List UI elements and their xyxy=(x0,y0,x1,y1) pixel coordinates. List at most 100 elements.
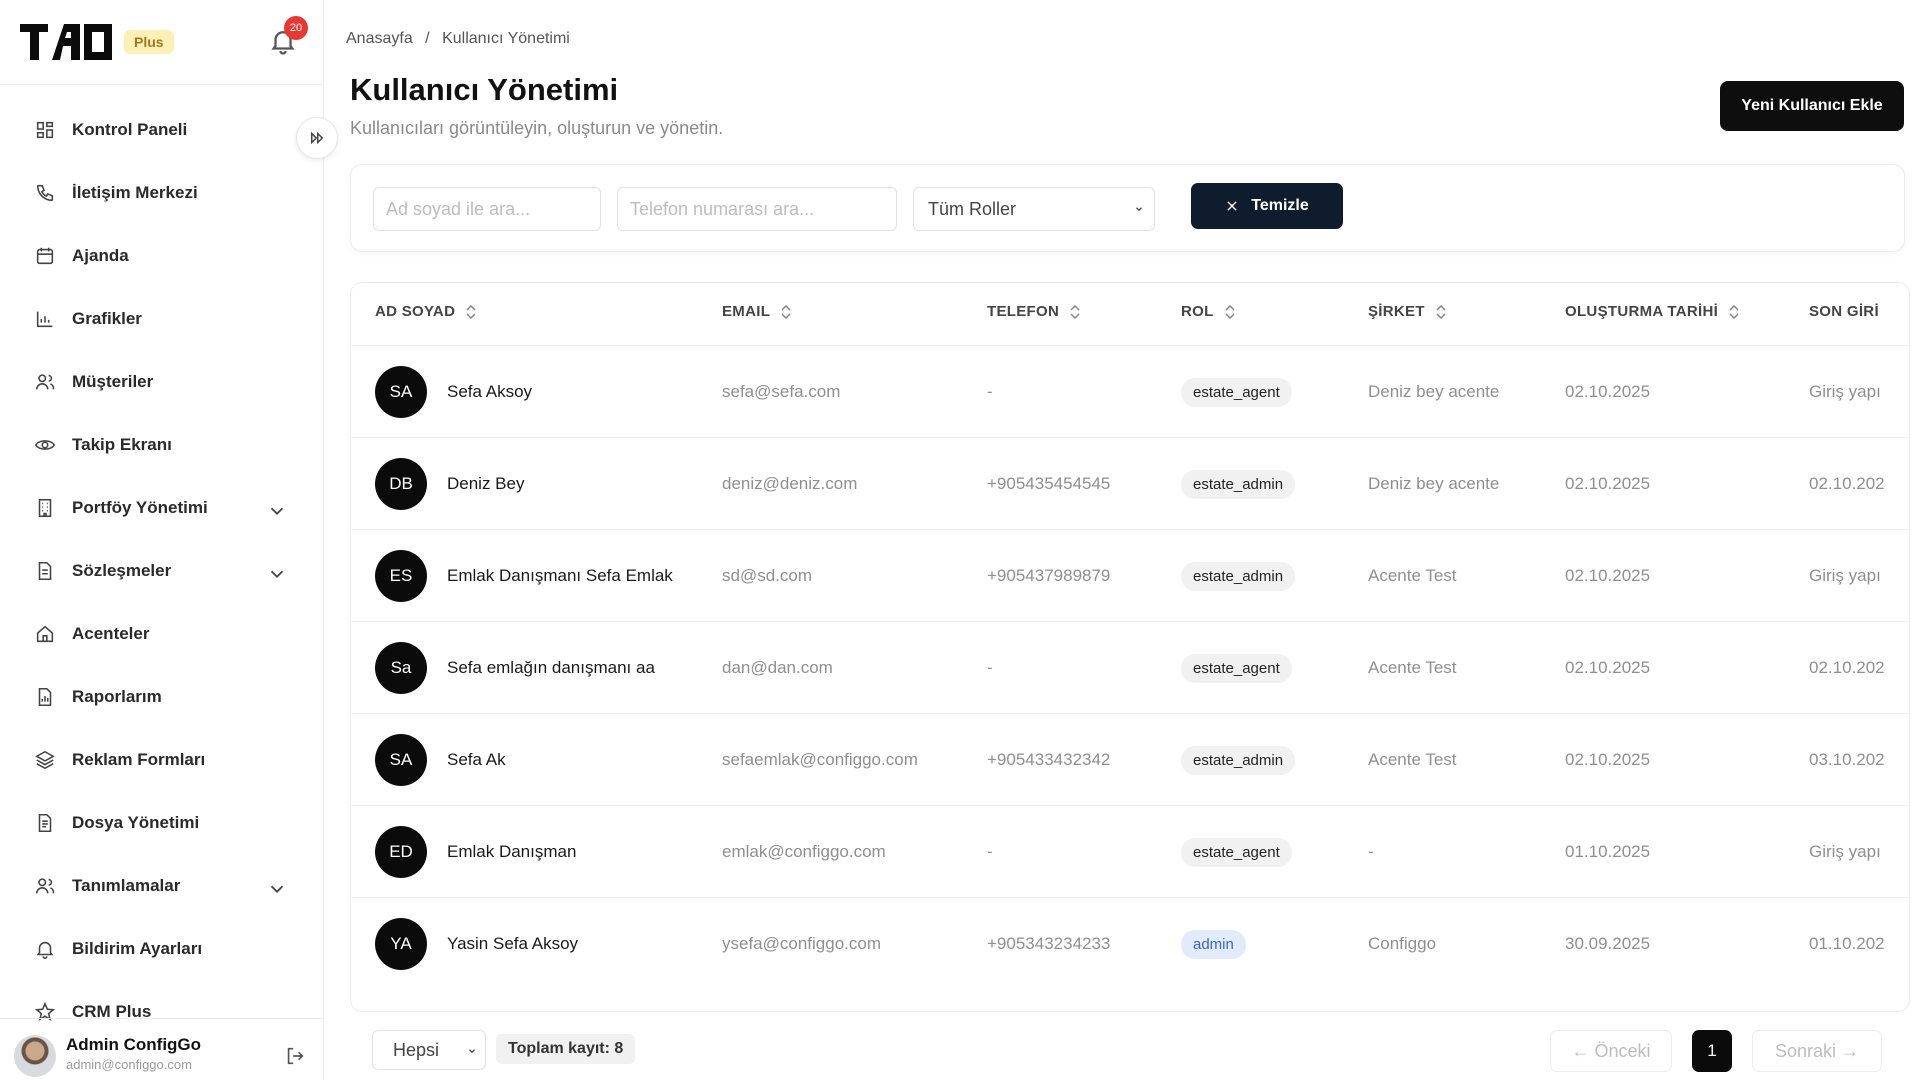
column-header-phone[interactable]: TELEFON xyxy=(987,303,1081,320)
avatar: SA xyxy=(375,366,427,418)
close-icon xyxy=(1227,201,1237,211)
breadcrumb: Anasayfa / Kullanıcı Yönetimi xyxy=(346,30,578,48)
user-full-name: Sefa emlağın danışmanı aa xyxy=(447,658,655,677)
phone-search-input[interactable] xyxy=(617,187,897,231)
user-company: Deniz bey acente xyxy=(1368,474,1500,493)
sidebar-item-bildirim-ayarlari[interactable]: Bildirim Ayarları xyxy=(0,917,324,980)
table-row[interactable]: SA Sefa Aksoy sefa@sefa.com - estate_agen… xyxy=(351,345,1909,437)
sidebar-item-label: Raporlarım xyxy=(72,686,162,706)
column-label: ROL xyxy=(1181,303,1214,320)
home-icon xyxy=(36,625,54,642)
chevron-down-icon[interactable] xyxy=(266,500,288,522)
column-header-company[interactable]: ŞİRKET xyxy=(1368,303,1447,320)
column-header-name[interactable]: AD SOYAD xyxy=(375,303,477,320)
sidebar-item-portfoy-yonetimi[interactable]: Portföy Yönetimi xyxy=(0,476,324,539)
created-date: 01.10.2025 xyxy=(1565,842,1651,861)
chevron-down-icon[interactable] xyxy=(266,878,288,900)
collapse-sidebar-button[interactable] xyxy=(296,117,338,159)
sort-icon xyxy=(1436,304,1446,319)
logout-icon[interactable] xyxy=(284,1045,306,1067)
column-header-last-login[interactable]: SON GİRİ xyxy=(1809,303,1879,320)
last-login: 01.10.202 xyxy=(1809,934,1885,953)
sidebar-item-takip-ekrani[interactable]: Takip Ekranı xyxy=(0,413,324,476)
role-badge: estate_agent xyxy=(1181,653,1292,683)
sidebar-item-grafikler[interactable]: Grafikler xyxy=(0,287,324,350)
chevron-down-icon[interactable] xyxy=(266,563,288,585)
sidebar-item-kontrol-paneli[interactable]: Kontrol Paneli xyxy=(0,98,324,161)
user-phone: - xyxy=(987,658,993,677)
clear-filters-button[interactable]: Temizle xyxy=(1191,183,1343,229)
sidebar-item-ajanda[interactable]: Ajanda xyxy=(0,224,324,287)
column-label: EMAIL xyxy=(722,303,771,320)
last-login: Giriş yapı xyxy=(1809,566,1881,585)
users-table: AD SOYAD EMAIL TELEFON ROL ŞİRKET OLUŞTU… xyxy=(350,282,1910,1012)
layers-icon xyxy=(35,750,55,769)
report-icon xyxy=(38,687,52,706)
pagination: Hepsi Toplam kayıt: 8 ← Önceki 1 Sonraki… xyxy=(324,1012,1920,1080)
plan-badge: Plus xyxy=(124,30,174,54)
column-label: ŞİRKET xyxy=(1368,303,1425,320)
page-title: Kullanıcı Yönetimi xyxy=(350,72,619,107)
user-email: admin@configgo.com xyxy=(66,1057,192,1072)
tao-logo[interactable] xyxy=(20,22,112,62)
total-records: Toplam kayıt: 8 xyxy=(496,1034,636,1064)
role-select-value: Tüm Roller xyxy=(928,198,1017,219)
table-row[interactable]: Sa Sefa emlağın danışmanı aa dan@dan.com … xyxy=(351,621,1909,713)
add-user-button[interactable]: Yeni Kullanıcı Ekle xyxy=(1720,81,1904,131)
page-number-button[interactable]: 1 xyxy=(1692,1030,1732,1072)
user-company: Acente Test xyxy=(1368,750,1457,769)
sidebar-item-label: Portföy Yönetimi xyxy=(72,497,208,517)
document-icon xyxy=(38,561,52,580)
sidebar-item-label: İletişim Merkezi xyxy=(72,182,198,202)
table-row[interactable]: SA Sefa Ak sefaemlak@configgo.com +905433… xyxy=(351,713,1909,805)
page-subtitle: Kullanıcıları görüntüleyin, oluşturun ve… xyxy=(350,118,724,138)
clear-filters-label: Temizle xyxy=(1251,197,1309,214)
sidebar-nav: Kontrol Paneli İletişim Merkezi Ajanda G… xyxy=(0,98,324,1043)
breadcrumb-separator: / xyxy=(425,30,430,47)
column-header-email[interactable]: EMAIL xyxy=(722,303,792,320)
table-row[interactable]: ED Emlak Danışman emlak@configgo.com - es… xyxy=(351,805,1909,897)
role-badge: estate_admin xyxy=(1181,745,1296,775)
breadcrumb-home-link[interactable]: Anasayfa xyxy=(346,30,413,47)
sidebar-item-tanimlamalar[interactable]: Tanımlamalar xyxy=(0,854,324,917)
column-label: OLUŞTURMA TARİHİ xyxy=(1565,303,1719,320)
table-row[interactable]: YA Yasin Sefa Aksoy ysefa@configgo.com +9… xyxy=(351,897,1909,989)
dashboard-icon xyxy=(36,121,54,138)
sort-icon xyxy=(1070,304,1080,319)
column-header-role[interactable]: ROL xyxy=(1181,303,1236,320)
sidebar-item-acenteler[interactable]: Acenteler xyxy=(0,602,324,665)
table-header: AD SOYAD EMAIL TELEFON ROL ŞİRKET OLUŞTU… xyxy=(351,283,1909,345)
avatar[interactable] xyxy=(14,1035,56,1077)
user-full-name: Deniz Bey xyxy=(447,474,525,493)
role-badge: estate_admin xyxy=(1181,561,1296,591)
next-page-button[interactable]: Sonraki → xyxy=(1752,1030,1882,1072)
name-search-input[interactable] xyxy=(373,187,601,231)
sidebar-item-sozlesmeler[interactable]: Sözleşmeler xyxy=(0,539,324,602)
chart-icon xyxy=(36,311,53,327)
user-full-name: Emlak Danışman xyxy=(447,842,577,861)
user-name: Admin ConfigGo xyxy=(66,1035,202,1054)
created-date: 02.10.2025 xyxy=(1565,474,1651,493)
column-label: AD SOYAD xyxy=(375,303,456,320)
sidebar-item-iletisim-merkezi[interactable]: İletişim Merkezi xyxy=(0,161,324,224)
table-row[interactable]: ES Emlak Danışmanı Sefa Emlak sd@sd.com +… xyxy=(351,529,1909,621)
building-icon xyxy=(38,498,52,517)
sidebar-item-dosya-yonetimi[interactable]: Dosya Yönetimi xyxy=(0,791,324,854)
table-row[interactable]: DB Deniz Bey deniz@deniz.com +90543545454… xyxy=(351,437,1909,529)
sort-icon xyxy=(781,304,791,319)
chevron-down-icon xyxy=(469,1049,475,1054)
avatar: SA xyxy=(375,734,427,786)
role-select[interactable]: Tüm Roller xyxy=(913,187,1155,231)
user-company: Acente Test xyxy=(1368,658,1457,677)
previous-page-button[interactable]: ← Önceki xyxy=(1550,1030,1672,1072)
sidebar-item-raporlarim[interactable]: Raporlarım xyxy=(0,665,324,728)
avatar: ED xyxy=(375,826,427,878)
sidebar-item-musteriler[interactable]: Müşteriler xyxy=(0,350,324,413)
per-page-select[interactable]: Hepsi xyxy=(372,1030,486,1070)
sidebar-item-reklam-formlari[interactable]: Reklam Formları xyxy=(0,728,324,791)
users-icon xyxy=(35,877,55,894)
sidebar: Plus 20 Kontrol Paneli İletişim Merkezi … xyxy=(0,0,338,1080)
user-phone: +905435454545 xyxy=(987,474,1111,493)
column-header-created[interactable]: OLUŞTURMA TARİHİ xyxy=(1565,303,1740,320)
role-badge: estate_agent xyxy=(1181,837,1292,867)
